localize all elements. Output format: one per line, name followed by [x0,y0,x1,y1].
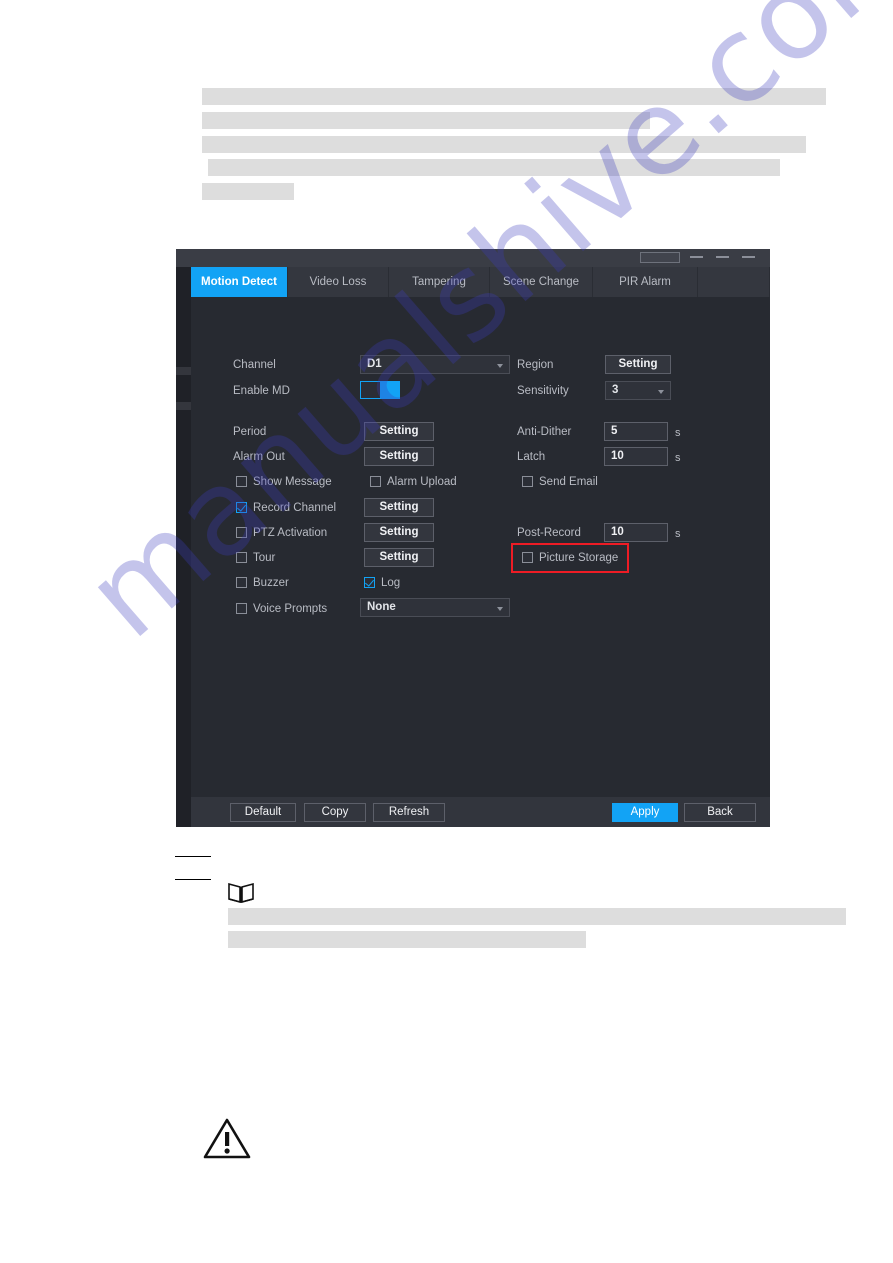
latch-unit: s [675,452,681,464]
show-message-label: Show Message [253,476,332,488]
alarm-out-label: Alarm Out [233,451,285,463]
region-label: Region [517,359,554,371]
record-channel-label: Record Channel [253,502,337,514]
section-rule [175,856,211,857]
post-record-unit: s [675,528,681,540]
ptz-activation-setting-button[interactable]: Setting [364,523,434,542]
voice-prompts-label: Voice Prompts [253,603,328,615]
send-email-checkbox[interactable] [522,476,533,487]
tab-motion-detect[interactable]: Motion Detect [191,267,288,297]
picture-storage-label: Picture Storage [539,552,619,564]
tab-tampering[interactable]: Tampering [389,267,490,297]
buzzer-checkbox[interactable] [236,577,247,588]
anti-dither-label: Anti-Dither [517,426,572,438]
dialog-title-bar [176,249,770,267]
picture-storage-checkbox[interactable] [522,552,533,563]
tab-filler [698,267,770,297]
restore-window-icon[interactable] [640,252,680,263]
rail-marker [176,367,191,375]
book-note-icon [227,881,255,905]
log-checkbox[interactable] [364,577,375,588]
apply-button[interactable]: Apply [612,803,678,822]
sensitivity-label: Sensitivity [517,385,569,397]
alarm-upload-label: Alarm Upload [387,476,457,488]
alarm-upload-checkbox[interactable] [370,476,381,487]
anti-dither-unit: s [675,427,681,439]
tour-checkbox[interactable] [236,552,247,563]
redacted-line [228,908,846,925]
post-record-label: Post-Record [517,527,581,539]
alarm-out-setting-button[interactable]: Setting [364,447,434,466]
period-label: Period [233,426,267,438]
motion-detect-dialog: Motion Detect Video Loss Tampering Scene… [176,249,770,827]
ptz-activation-label: PTZ Activation [253,527,328,539]
log-label: Log [381,577,401,589]
post-record-input[interactable]: 10 [604,523,668,542]
enable-md-toggle[interactable] [360,381,400,399]
toggle-knob [380,382,399,398]
tab-pir-alarm[interactable]: PIR Alarm [593,267,698,297]
buzzer-label: Buzzer [253,577,289,589]
redacted-line [202,88,826,105]
tour-setting-button[interactable]: Setting [364,548,434,567]
latch-label: Latch [517,451,546,463]
redacted-line [202,136,806,153]
voice-prompts-value: None [367,601,396,613]
redacted-line [208,159,780,176]
tab-video-loss[interactable]: Video Loss [288,267,389,297]
redacted-line [202,183,294,200]
chevron-down-icon [658,390,664,394]
record-channel-checkbox[interactable] [236,502,247,513]
enable-md-label: Enable MD [233,385,290,397]
send-email-label: Send Email [539,476,598,488]
channel-select[interactable]: D1 [360,355,510,374]
chevron-down-icon [497,607,503,611]
refresh-button[interactable]: Refresh [373,803,445,822]
default-button[interactable]: Default [230,803,296,822]
ptz-activation-checkbox[interactable] [236,527,247,538]
warning-triangle-icon [203,1117,251,1159]
channel-label: Channel [233,359,276,371]
settings-panel: Channel D1 Region Setting Enable MD Sens… [191,297,770,797]
latch-input[interactable]: 10 [604,447,668,466]
record-channel-setting-button[interactable]: Setting [364,498,434,517]
close-icon[interactable] [742,256,755,258]
sensitivity-select-value: 3 [612,384,619,396]
back-button[interactable]: Back [684,803,756,822]
channel-select-value: D1 [367,358,382,370]
tab-scene-change[interactable]: Scene Change [490,267,593,297]
voice-prompts-checkbox[interactable] [236,603,247,614]
tour-label: Tour [253,552,276,564]
dialog-left-rail [176,267,191,827]
rail-marker [176,402,191,410]
copy-button[interactable]: Copy [304,803,366,822]
redacted-line [228,931,586,948]
minimize-icon[interactable] [690,256,703,258]
chevron-down-icon [497,364,503,368]
voice-prompts-select[interactable]: None [360,598,510,617]
tab-bar: Motion Detect Video Loss Tampering Scene… [191,267,770,297]
anti-dither-input[interactable]: 5 [604,422,668,441]
dialog-footer: Default Copy Refresh Apply Back [191,797,770,827]
redacted-line [202,112,650,129]
section-rule [175,879,211,880]
maximize-icon[interactable] [716,256,729,258]
sensitivity-select[interactable]: 3 [605,381,671,400]
region-setting-button[interactable]: Setting [605,355,671,374]
period-setting-button[interactable]: Setting [364,422,434,441]
show-message-checkbox[interactable] [236,476,247,487]
